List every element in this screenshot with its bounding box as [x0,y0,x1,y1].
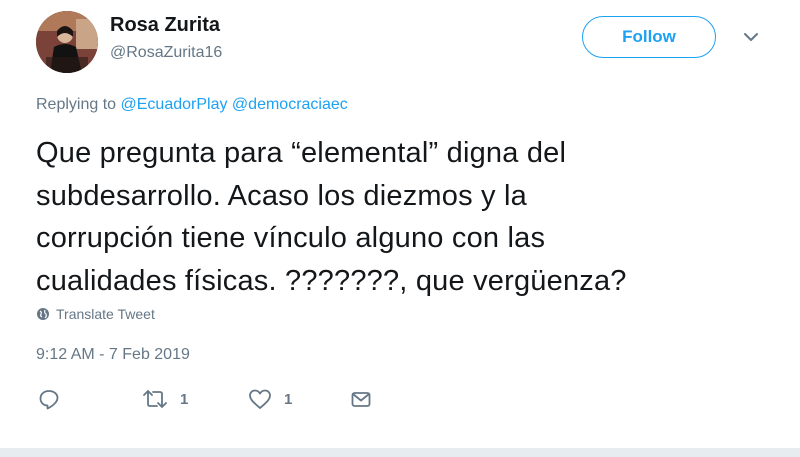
retweet-count: 1 [180,390,189,408]
retweet-button[interactable]: 1 [142,388,188,410]
direct-message-button[interactable] [350,388,384,410]
avatar[interactable] [36,11,98,73]
tweet-timestamp[interactable]: 9:12 AM - 7 Feb 2019 [36,346,190,364]
tweet-line: subdesarrollo. Acaso los diezmos y la [36,179,527,212]
mention-link[interactable]: @EcuadorPlay [121,96,228,113]
tweet-line: Que pregunta para “elemental” digna del [36,137,567,169]
reply-icon [39,390,59,410]
envelope-icon [351,392,371,407]
divider [0,448,800,457]
author-handle[interactable]: @RosaZurita16 [110,44,222,62]
reply-button[interactable] [38,388,72,410]
replying-label: Replying to [36,96,117,113]
tweet-text: Que pregunta para “elemental” digna del … [36,132,776,302]
author-name[interactable]: Rosa Zurita [110,14,220,37]
tweet-line: corrupción tiene vínculo alguno con las [36,222,546,254]
follow-button[interactable]: Follow [582,16,716,58]
translate-tweet-link[interactable]: Translate Tweet [36,306,155,322]
chevron-down-icon[interactable] [742,30,760,44]
heart-icon [249,389,271,409]
tweet-line: cualidades físicas. ???????, que vergüen… [36,264,627,297]
reply-context: Replying to @EcuadorPlay @democraciaec [36,96,348,114]
tweet-actions: 1 1 [38,388,398,414]
retweet-icon [143,390,167,408]
like-button[interactable]: 1 [248,388,292,410]
globe-icon [37,308,49,320]
mention-link[interactable]: @democraciaec [232,96,348,113]
like-count: 1 [284,390,293,408]
translate-label: Translate Tweet [56,306,155,322]
